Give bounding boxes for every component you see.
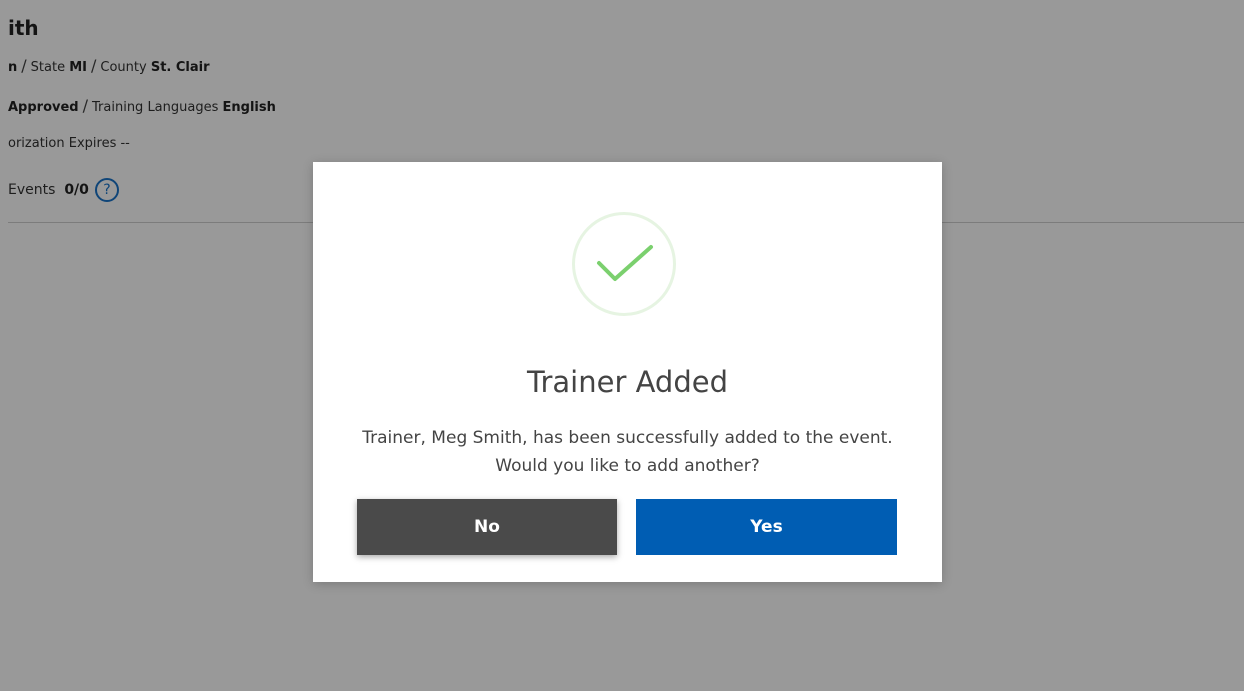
no-button[interactable]: No <box>357 499 617 555</box>
yes-button[interactable]: Yes <box>636 499 897 555</box>
checkmark-icon <box>597 245 653 281</box>
dialog-title: Trainer Added <box>527 365 728 399</box>
trainer-added-dialog: Trainer Added Trainer, Meg Smith, has be… <box>313 162 942 582</box>
dialog-message-line2: Would you like to add another? <box>495 456 760 476</box>
dialog-message: Trainer, Meg Smith, has been successfull… <box>313 424 942 480</box>
dialog-message-line1: Trainer, Meg Smith, has been successfull… <box>362 428 893 448</box>
success-circle <box>572 212 676 316</box>
